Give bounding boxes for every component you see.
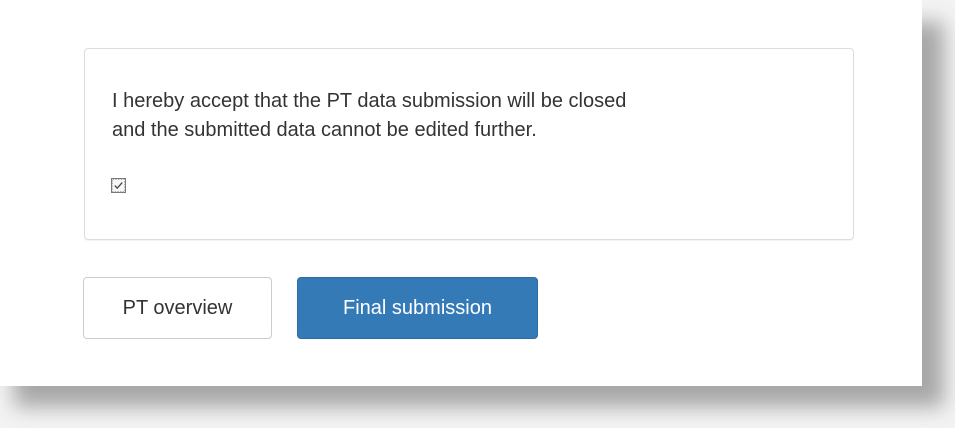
submission-card: I hereby accept that the PT data submiss… bbox=[0, 0, 922, 386]
agreement-statement-line-1: I hereby accept that the PT data submiss… bbox=[112, 90, 627, 112]
accept-checkbox[interactable] bbox=[111, 178, 126, 193]
agreement-statement-line-2: and the submitted data cannot be edited … bbox=[112, 119, 537, 141]
screenshot-stage: I hereby accept that the PT data submiss… bbox=[0, 0, 955, 428]
checkmark-icon bbox=[112, 179, 125, 192]
agreement-statement: I hereby accept that the PT data submiss… bbox=[112, 87, 812, 145]
final-submission-button[interactable]: Final submission bbox=[297, 277, 538, 339]
pt-overview-button[interactable]: PT overview bbox=[83, 277, 272, 339]
agreement-panel: I hereby accept that the PT data submiss… bbox=[84, 48, 854, 240]
